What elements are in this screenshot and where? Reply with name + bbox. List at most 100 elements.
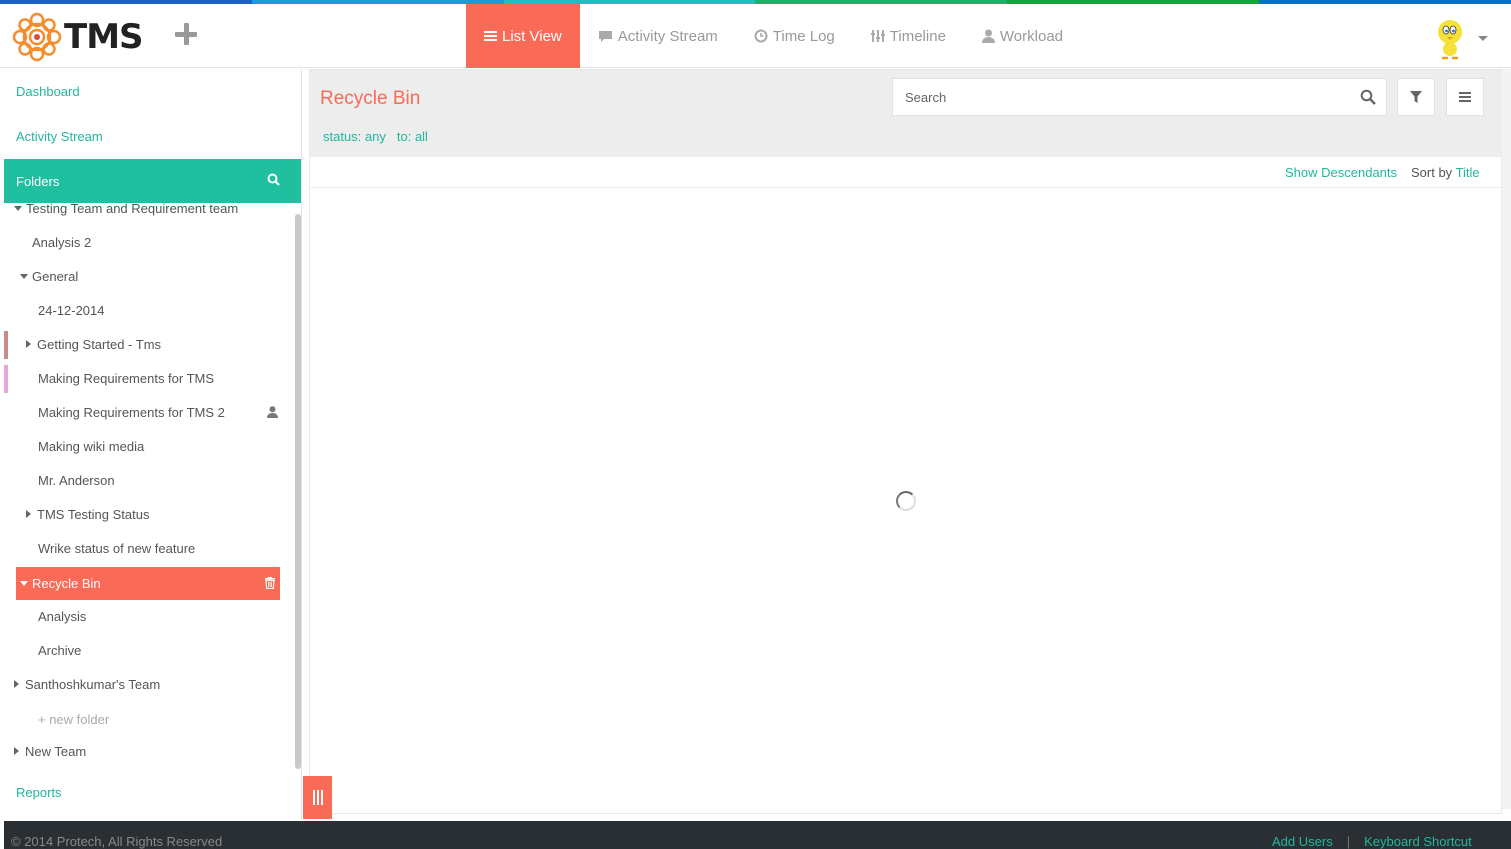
folders-header[interactable]: Folders — [4, 159, 301, 203]
sidebar-activity-stream-link[interactable]: Activity Stream — [16, 129, 103, 144]
user-icon — [981, 29, 995, 43]
tree-item-label: Testing Team and Requirement team — [26, 200, 239, 216]
tree-item-general[interactable]: General — [20, 266, 78, 286]
tree-item-label: Making wiki media — [38, 438, 145, 454]
tree-item-label: Wrike status of new feature — [38, 540, 196, 556]
tree-item-mr-anderson[interactable]: Mr. Anderson — [38, 470, 115, 490]
shared-user-icon — [267, 406, 278, 421]
tree-item-24-12-2014[interactable]: 24-12-2014 — [38, 300, 105, 320]
tree-item-label: + new folder — [38, 711, 110, 727]
app-logo[interactable]: TMS — [12, 10, 144, 64]
avatar-icon — [1438, 20, 1462, 60]
filter-icon — [1410, 91, 1422, 103]
app-header: TMS List View Activity Stream Time Log T… — [0, 4, 1511, 68]
flower-logo-icon — [12, 12, 62, 62]
tree-item-label: Archive — [38, 642, 82, 658]
active-filters: status: any to: all — [323, 129, 428, 144]
trash-icon[interactable] — [265, 577, 275, 592]
tree-item-label: Santhoshkumar's Team — [25, 676, 161, 692]
main-panel: Recycle Bin status: any to: all Show Des… — [309, 69, 1503, 814]
tree-item-label: Getting Started - Tms — [37, 336, 162, 352]
tree-item-label: New Team — [25, 743, 87, 759]
tree-item-analysis[interactable]: Analysis — [38, 606, 86, 626]
right-edge-bar — [1502, 69, 1511, 809]
nav-list-view[interactable]: List View — [466, 4, 580, 68]
tree-item-label: Analysis — [38, 608, 87, 624]
new-folder-link[interactable]: + new folder — [38, 709, 109, 729]
sidebar-reports-link[interactable]: Reports — [16, 785, 62, 800]
sidebar-dashboard-link[interactable]: Dashboard — [16, 84, 80, 99]
footer: © 2014 Protech, All Rights Reserved Add … — [4, 821, 1511, 849]
toggle-bar-icon — [316, 790, 319, 805]
nav-label: Timeline — [889, 27, 946, 45]
nav-label: List View — [502, 27, 562, 45]
nav-time-log[interactable]: Time Log — [736, 4, 853, 68]
show-descendants-link[interactable]: Show Descendants — [1285, 165, 1397, 180]
tree-item-label: General — [32, 268, 79, 284]
caret-right-icon — [26, 510, 31, 518]
tree-item-getting-started[interactable]: Getting Started - Tms — [26, 334, 161, 354]
panel-toggle-button[interactable] — [303, 776, 332, 819]
status-filter[interactable]: status: any — [323, 129, 386, 144]
page-title: Recycle Bin — [320, 88, 421, 109]
toggle-bar-icon — [320, 790, 323, 805]
comment-icon — [598, 30, 613, 43]
hamburger-icon — [1459, 92, 1471, 102]
assignee-filter[interactable]: to: all — [397, 129, 428, 144]
tree-item-label: Mr. Anderson — [38, 472, 115, 488]
tree-item-santhoshkumars-team[interactable]: Santhoshkumar's Team — [14, 674, 160, 694]
caret-right-icon — [14, 747, 19, 755]
sidebar-scrollbar[interactable] — [295, 214, 301, 769]
folder-color-marker — [4, 365, 8, 393]
caret-right-icon — [14, 680, 19, 688]
sidebar: Dashboard Activity Stream Folders Testin… — [4, 69, 302, 819]
nav-label: Activity Stream — [617, 27, 718, 45]
tree-item-making-requirements-2[interactable]: Making Requirements for TMS 2 — [38, 402, 278, 422]
tree-item-label: Recycle Bin — [32, 576, 101, 591]
menu-button[interactable] — [1446, 78, 1484, 116]
list-toolbar: Show Descendants Sort by Title — [310, 157, 1503, 188]
tree-item-making-requirements[interactable]: Making Requirements for TMS — [38, 368, 214, 388]
caret-down-icon — [20, 273, 28, 279]
tree-item-analysis-2[interactable]: Analysis 2 — [32, 232, 91, 252]
keyboard-shortcut-link[interactable]: Keyboard Shortcut — [1364, 834, 1472, 849]
nav-activity-stream[interactable]: Activity Stream — [580, 4, 736, 68]
folder-color-marker — [4, 331, 8, 359]
chevron-down-icon — [1478, 36, 1488, 41]
search-icon[interactable] — [1360, 89, 1376, 108]
tree-item-label: Making Requirements for TMS 2 — [38, 404, 225, 420]
main-nav: List View Activity Stream Time Log Timel… — [466, 4, 1081, 68]
tree-item-label: 24-12-2014 — [38, 302, 105, 318]
user-avatar-menu[interactable] — [1432, 16, 1492, 60]
timeline-icon — [870, 29, 885, 43]
sort-label: Sort by — [1411, 165, 1453, 180]
sort-value: Title — [1455, 165, 1480, 180]
nav-workload[interactable]: Workload — [964, 4, 1081, 68]
tree-item-label: Analysis 2 — [32, 234, 92, 250]
tree-item-archive[interactable]: Archive — [38, 640, 81, 660]
folders-label: Folders — [16, 173, 60, 189]
nav-timeline[interactable]: Timeline — [853, 4, 964, 68]
nav-label: Workload — [999, 27, 1064, 45]
tree-item-new-team[interactable]: New Team — [14, 741, 86, 761]
add-new-button[interactable] — [172, 20, 200, 48]
list-icon — [484, 30, 497, 42]
sort-by-control[interactable]: Sort by Title — [1411, 165, 1480, 180]
search-input[interactable] — [905, 89, 1345, 105]
loading-spinner — [896, 491, 916, 511]
folder-search-icon[interactable] — [267, 173, 280, 189]
nav-label: Time Log — [772, 27, 835, 45]
tree-item-label: TMS Testing Status — [37, 506, 150, 522]
caret-right-icon — [26, 340, 31, 348]
search-box — [892, 78, 1387, 116]
filter-button[interactable] — [1397, 78, 1435, 116]
tree-item-making-wiki-media[interactable]: Making wiki media — [38, 436, 144, 456]
main-header: Recycle Bin status: any to: all — [310, 70, 1503, 157]
app-name: TMS — [64, 17, 144, 57]
tree-item-wrike-status[interactable]: Wrike status of new feature — [38, 538, 195, 558]
tree-item-label: Making Requirements for TMS — [38, 370, 215, 386]
tree-item-tms-testing-status[interactable]: TMS Testing Status — [26, 504, 149, 524]
tree-item-testing-team[interactable]: Testing Team and Requirement team — [14, 198, 238, 218]
tree-item-recycle-bin[interactable]: Recycle Bin — [16, 567, 280, 600]
add-users-link[interactable]: Add Users — [1272, 834, 1333, 849]
